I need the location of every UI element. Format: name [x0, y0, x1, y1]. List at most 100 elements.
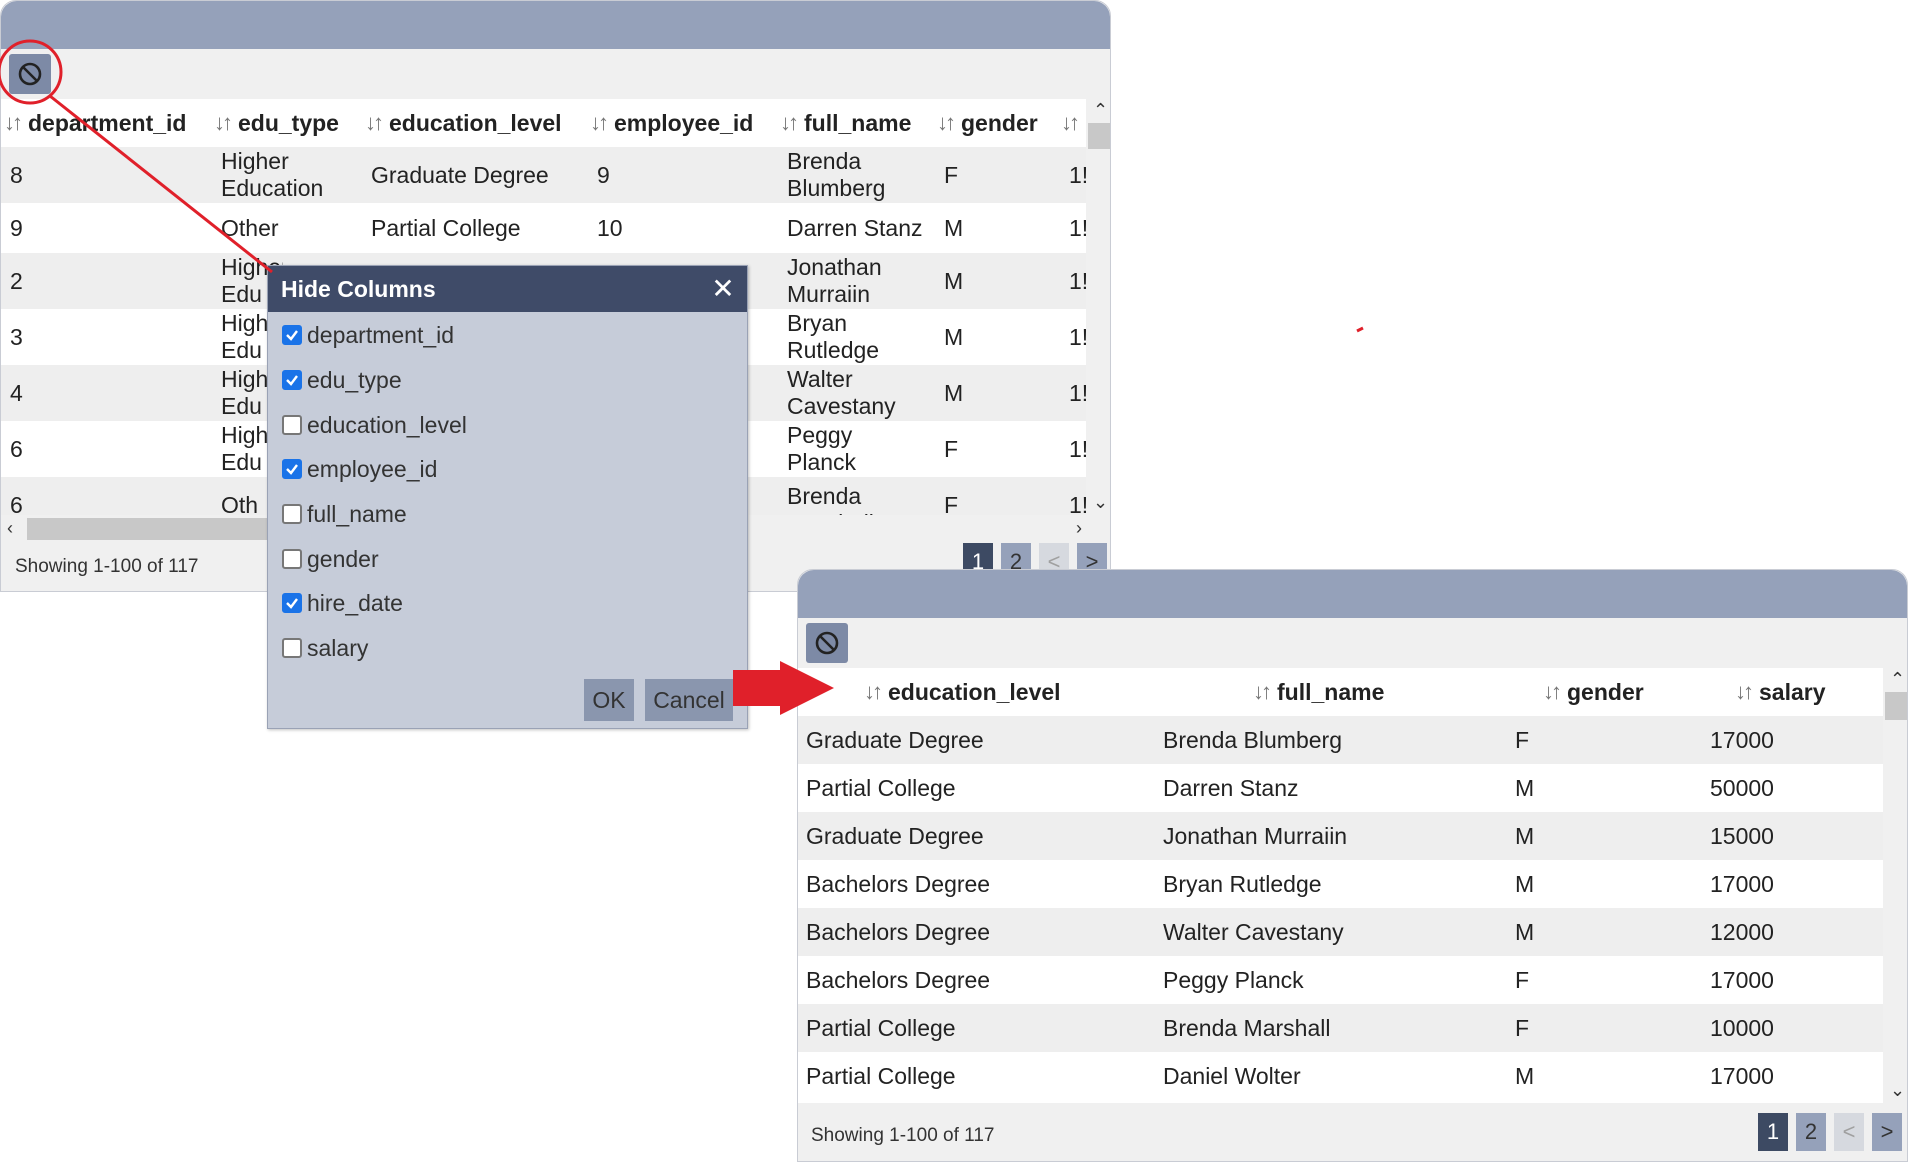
column-option-hire_date[interactable]: hire_date: [282, 586, 403, 620]
cell-hire_date: 1!: [1069, 214, 1086, 241]
scrollbar-thumb[interactable]: [27, 518, 267, 540]
cell-gender: M: [1515, 774, 1535, 801]
table-row[interactable]: Bachelors Degree Peggy Planck F 17000: [798, 956, 1883, 1004]
table-row[interactable]: Bachelors Degree Walter Cavestany M 1200…: [798, 908, 1883, 956]
table-row[interactable]: Partial College Daniel Wolter M 17000: [798, 1052, 1883, 1100]
vertical-scrollbar[interactable]: ⌃ ⌄: [1883, 668, 1907, 1103]
column-header-education_level[interactable]: ↓↑ education_level: [365, 99, 562, 147]
column-header-full_name[interactable]: ↓↑ full_name: [1253, 668, 1384, 716]
vertical-scrollbar[interactable]: ⌃ ⌄: [1086, 99, 1110, 515]
option-label: gender: [307, 545, 379, 572]
cell-department_id: 3: [10, 323, 23, 350]
scroll-left-arrow[interactable]: ‹: [7, 519, 13, 537]
checkbox-unchecked[interactable]: [282, 415, 302, 435]
cell-department_id: 6: [10, 491, 23, 516]
cell-employee_id: 10: [597, 214, 623, 241]
scroll-down-arrow[interactable]: ⌄: [1890, 1081, 1905, 1099]
scroll-up-arrow[interactable]: ⌃: [1890, 670, 1905, 688]
ok-button[interactable]: OK: [584, 679, 634, 721]
hide-columns-button[interactable]: [806, 623, 848, 663]
sort-arrows-icon[interactable]: ↓↑: [1543, 679, 1562, 705]
table-row[interactable]: Bachelors Degree Bryan Rutledge M 17000: [798, 860, 1883, 908]
table-row[interactable]: 9 Other Partial College 10 Darren Stanz …: [1, 203, 1086, 253]
check-icon: [286, 464, 298, 475]
sort-arrows-icon[interactable]: ↓↑: [1061, 110, 1080, 136]
checkbox-checked[interactable]: [282, 593, 302, 613]
cell-education_level: Bachelors Degree: [806, 918, 991, 945]
sort-arrows-icon[interactable]: ↓↑: [1735, 679, 1754, 705]
cell-salary: 17000: [1710, 870, 1774, 897]
check-icon: [286, 598, 298, 609]
column-header-gender[interactable]: ↓↑ gender: [937, 99, 1038, 147]
option-label: hire_date: [307, 589, 403, 616]
scrollbar-thumb[interactable]: [1088, 123, 1110, 149]
cell-gender: M: [944, 379, 964, 406]
sort-arrows-icon[interactable]: ↓↑: [937, 110, 956, 136]
hide-columns-button[interactable]: [9, 54, 51, 94]
grid-header: ↓↑ department_id ↓↑ edu_type ↓↑ educatio…: [1, 99, 1086, 147]
close-icon[interactable]: ✕: [707, 272, 739, 304]
checkbox-checked[interactable]: [282, 370, 302, 390]
table-row[interactable]: Partial College Darren Stanz M 50000: [798, 764, 1883, 812]
cell-department_id: 6: [10, 435, 23, 462]
cancel-button[interactable]: Cancel: [645, 679, 733, 721]
column-header-full_name[interactable]: ↓↑ full_name: [780, 99, 911, 147]
dialog-title: Hide Columns: [281, 275, 436, 302]
checkbox-unchecked[interactable]: [282, 549, 302, 569]
sort-arrows-icon[interactable]: ↓↑: [365, 110, 384, 136]
table-row[interactable]: Graduate Degree Brenda Blumberg F 17000: [798, 716, 1883, 764]
cell-full_name: Brenda Blumberg: [1163, 726, 1342, 753]
checkbox-checked[interactable]: [282, 325, 302, 345]
sort-arrows-icon[interactable]: ↓↑: [214, 110, 233, 136]
page-button-2[interactable]: 2: [1796, 1113, 1826, 1151]
table-row[interactable]: Graduate Degree Jonathan Murraiin M 1500…: [798, 812, 1883, 860]
checkbox-unchecked[interactable]: [282, 638, 302, 658]
column-header-department_id[interactable]: ↓↑ department_id: [4, 99, 186, 147]
cell-gender: F: [1515, 1014, 1530, 1041]
previous-page-button[interactable]: <: [1834, 1113, 1864, 1151]
scrollbar-thumb[interactable]: [1885, 692, 1907, 720]
column-header-employee_id[interactable]: ↓↑ employee_id: [590, 99, 753, 147]
column-header-salary[interactable]: ↓↑ salary: [1735, 668, 1826, 716]
cell-education_level: Partial College: [371, 214, 521, 241]
cell-hire_date: 1!: [1069, 379, 1086, 406]
sort-arrows-icon[interactable]: ↓↑: [1253, 679, 1272, 705]
table-row[interactable]: 8 Higher Education Graduate Degree 9 Bre…: [1, 147, 1086, 203]
column-header-education_level[interactable]: ↓↑ education_level: [864, 668, 1061, 716]
column-option-employee_id[interactable]: employee_id: [282, 452, 437, 486]
cell-full_name: Peggy Planck: [1163, 966, 1304, 993]
column-option-salary[interactable]: salary: [282, 631, 368, 665]
column-label: gender: [961, 109, 1038, 136]
scroll-down-arrow[interactable]: ⌄: [1093, 493, 1108, 511]
scroll-right-arrow[interactable]: ›: [1076, 519, 1082, 537]
next-page-button[interactable]: >: [1872, 1113, 1902, 1151]
column-option-education_level[interactable]: education_level: [282, 408, 467, 442]
column-header-edu_type[interactable]: ↓↑ edu_type: [214, 99, 339, 147]
table-row[interactable]: Partial College Brenda Marshall F 10000: [798, 1004, 1883, 1052]
prohibit-icon: [815, 631, 839, 655]
column-option-edu_type[interactable]: edu_type: [282, 363, 402, 397]
column-header-partial[interactable]: ↓↑: [1061, 99, 1085, 147]
column-option-gender[interactable]: gender: [282, 542, 379, 576]
column-label: gender: [1567, 678, 1644, 705]
cell-gender: F: [944, 435, 959, 462]
page-button-1[interactable]: 1: [1758, 1113, 1788, 1151]
cell-full_name: Brenda Marshall: [787, 483, 874, 515]
sort-arrows-icon[interactable]: ↓↑: [780, 110, 799, 136]
column-option-full_name[interactable]: full_name: [282, 497, 407, 531]
option-label: edu_type: [307, 366, 402, 393]
column-header-gender[interactable]: ↓↑ gender: [1543, 668, 1644, 716]
cell-hire_date: 1!: [1069, 435, 1086, 462]
checkbox-unchecked[interactable]: [282, 504, 302, 524]
cell-gender: M: [1515, 1062, 1535, 1089]
status-text: Showing 1-100 of 117: [811, 1125, 995, 1146]
sort-arrows-icon[interactable]: ↓↑: [4, 110, 23, 136]
sort-arrows-icon[interactable]: ↓↑: [864, 679, 883, 705]
sort-arrows-icon[interactable]: ↓↑: [590, 110, 609, 136]
cell-full_name: Darren Stanz: [787, 214, 923, 241]
column-option-department_id[interactable]: department_id: [282, 318, 454, 352]
checkbox-checked[interactable]: [282, 459, 302, 479]
scroll-up-arrow[interactable]: ⌃: [1093, 101, 1108, 119]
status-text: Showing 1-100 of 117: [15, 556, 199, 577]
option-label: department_id: [307, 321, 455, 348]
